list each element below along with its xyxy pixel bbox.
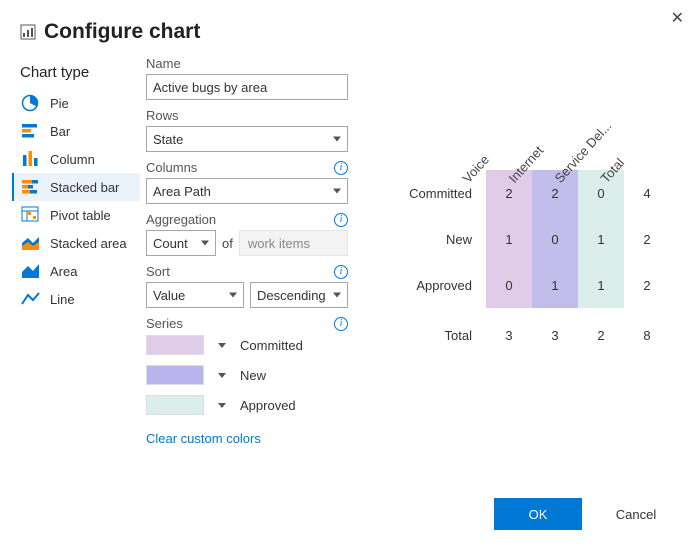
chart-type-label: Pivot table: [50, 208, 111, 223]
sort-field-select[interactable]: Value: [146, 282, 244, 308]
pivot-preview-table: Voice Internet Service Del... Total Comm…: [396, 106, 670, 362]
ok-button[interactable]: OK: [494, 498, 582, 530]
chart-type-pivot-table[interactable]: Pivot table: [12, 201, 140, 229]
pivot-cell: 1: [578, 216, 624, 262]
columns-label: Columns: [146, 160, 197, 175]
chart-type-bar[interactable]: Bar: [12, 117, 140, 145]
chart-type-header: Chart type: [12, 60, 140, 89]
pivot-cell: 1: [578, 262, 624, 308]
dialog-title: Configure chart: [44, 20, 200, 44]
cancel-button[interactable]: Cancel: [598, 498, 674, 530]
chart-dialog-icon: [20, 24, 36, 40]
pivot-cell: 1: [486, 216, 532, 262]
rows-label: Rows: [146, 108, 179, 123]
series-color-swatch[interactable]: [146, 365, 204, 385]
rows-select[interactable]: State: [146, 126, 348, 152]
close-icon: ✕: [671, 10, 684, 27]
pivot-cell: 1: [532, 262, 578, 308]
pivot-cell: 0: [486, 262, 532, 308]
series-info-icon[interactable]: i: [334, 317, 348, 331]
pivot-cell: 3: [486, 308, 532, 362]
stacked-bar-icon: [20, 178, 42, 196]
aggregation-select[interactable]: Count: [146, 230, 216, 256]
chevron-down-icon[interactable]: [218, 373, 226, 378]
aggregation-label: Aggregation: [146, 212, 216, 227]
chart-type-label: Stacked area: [50, 236, 127, 251]
aggregation-target: work items: [239, 230, 348, 256]
stacked-area-icon: [20, 234, 42, 252]
chart-type-column[interactable]: Column: [12, 145, 140, 173]
sort-direction-select[interactable]: Descending: [250, 282, 348, 308]
columns-info-icon[interactable]: i: [334, 161, 348, 175]
chart-type-area[interactable]: Area: [12, 257, 140, 285]
pivot-row: Approved 0 1 1 2: [396, 262, 670, 308]
chart-type-sidebar: Chart type Pie Bar Column: [12, 56, 140, 454]
pivot-cell: 8: [624, 308, 670, 362]
chevron-down-icon[interactable]: [218, 403, 226, 408]
series-name: Approved: [240, 398, 296, 413]
chart-type-pie[interactable]: Pie: [12, 89, 140, 117]
line-icon: [20, 290, 42, 308]
name-input[interactable]: [146, 74, 348, 100]
chart-preview: Voice Internet Service Del... Total Comm…: [356, 56, 696, 454]
pivot-row: Committed 2 2 0 4: [396, 170, 670, 216]
name-label: Name: [146, 56, 181, 71]
aggregation-info-icon[interactable]: i: [334, 213, 348, 227]
chart-type-stacked-bar[interactable]: Stacked bar: [12, 173, 140, 201]
series-name: Committed: [240, 338, 303, 353]
series-color-swatch[interactable]: [146, 395, 204, 415]
series-color-swatch[interactable]: [146, 335, 204, 355]
pivot-row: New 1 0 1 2: [396, 216, 670, 262]
series-item: Approved: [146, 395, 348, 415]
aggregation-of-label: of: [222, 236, 233, 251]
bar-icon: [20, 122, 42, 140]
column-icon: [20, 150, 42, 168]
pivot-cell: 3: [532, 308, 578, 362]
pivot-cell: 2: [624, 216, 670, 262]
sort-info-icon[interactable]: i: [334, 265, 348, 279]
chart-type-line[interactable]: Line: [12, 285, 140, 313]
pie-icon: [20, 94, 42, 112]
sort-label: Sort: [146, 264, 170, 279]
area-icon: [20, 262, 42, 280]
chevron-down-icon[interactable]: [218, 343, 226, 348]
chart-type-label: Area: [50, 264, 77, 279]
chart-type-label: Line: [50, 292, 75, 307]
pivot-row-header: New: [396, 216, 486, 262]
columns-select[interactable]: Area Path: [146, 178, 348, 204]
close-button[interactable]: ✕: [667, 4, 688, 32]
pivot-table-icon: [20, 206, 42, 224]
chart-type-label: Stacked bar: [50, 180, 119, 195]
series-name: New: [240, 368, 266, 383]
pivot-row-header: Approved: [396, 262, 486, 308]
pivot-cell: 4: [624, 170, 670, 216]
pivot-row-header: Total: [396, 308, 486, 362]
chart-config-form: Name Rows State Columns i: [140, 56, 356, 454]
clear-custom-colors-link[interactable]: Clear custom colors: [146, 431, 261, 446]
pivot-total-row: Total 3 3 2 8: [396, 308, 670, 362]
chart-type-stacked-area[interactable]: Stacked area: [12, 229, 140, 257]
pivot-cell: 0: [532, 216, 578, 262]
pivot-col-header: Total: [624, 106, 670, 170]
pivot-cell: 2: [624, 262, 670, 308]
chart-type-label: Pie: [50, 96, 69, 111]
chart-type-label: Bar: [50, 124, 70, 139]
pivot-cell: 2: [578, 308, 624, 362]
series-item: New: [146, 365, 348, 385]
chart-type-label: Column: [50, 152, 95, 167]
series-label: Series: [146, 316, 183, 331]
series-item: Committed: [146, 335, 348, 355]
